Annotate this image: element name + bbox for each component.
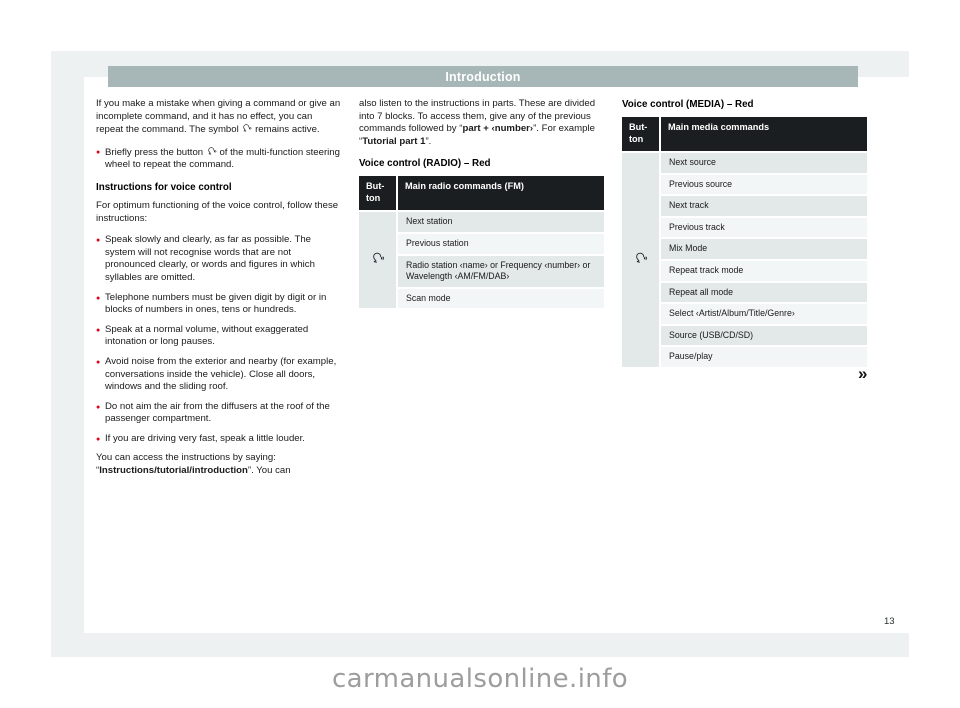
paragraph-parts-text-3: ”. [425, 135, 432, 147]
page-header-bar: Introduction [108, 66, 858, 87]
bullet-avoid-noise: Avoid noise from the exterior and nearby… [96, 356, 341, 394]
table-row: Next station [359, 212, 604, 309]
bullet-briefly-press-text-1: Briefly press the button [105, 146, 206, 158]
paragraph-parts-blocks: also listen to the instructions in parts… [359, 98, 604, 148]
media-command-mix-mode: Mix Mode [660, 239, 867, 259]
bullet-driving-fast: If you are driving very fast, speak a li… [96, 433, 341, 446]
paragraph-access-text-2: ”. You can [247, 465, 291, 477]
media-header-button: But- ton [622, 117, 661, 151]
paragraph-mistake: If you make a mistake when giving a comm… [96, 98, 341, 137]
manual-page: Introduction If you make a mistake when … [0, 0, 960, 708]
paragraph-parts-command-2: Tutorial part 1 [362, 135, 426, 147]
media-command-repeat-track-mode: Repeat track mode [660, 260, 867, 281]
media-command-next-source: Next source [660, 153, 867, 173]
watermark: carmanualsonline.info [331, 664, 629, 694]
media-command-next-track: Next track [660, 196, 867, 216]
media-command-previous-track: Previous track [660, 217, 867, 238]
bullet-air-diffusers: Do not aim the air from the diffusers at… [96, 401, 341, 426]
voice-control-icon [633, 251, 648, 266]
paragraph-mistake-text-2: remains active. [252, 124, 320, 136]
voice-control-icon [241, 123, 252, 134]
radio-commands-table: But- ton Main radio commands (FM) Next s… [359, 176, 604, 309]
heading-voice-control-radio: Voice control (RADIO) – Red [359, 158, 491, 170]
media-command-previous-source: Previous source [660, 174, 867, 195]
media-command-pause-play: Pause/play [660, 347, 867, 367]
bullet-speak-slowly: Speak slowly and clearly, as far as poss… [96, 234, 341, 284]
media-button-cell [622, 153, 661, 367]
radio-command-next-station: Next station [397, 212, 604, 232]
bullet-normal-volume: Speak at a normal volume, without exagge… [96, 324, 341, 349]
radio-button-cell [359, 212, 398, 309]
next-page-marker: » [858, 364, 868, 383]
media-commands-table: But- ton Main media commands Next source [622, 117, 867, 367]
table-row: Next source [622, 153, 867, 367]
radio-command-scan-mode: Scan mode [397, 288, 604, 309]
radio-header-commands: Main radio commands (FM) [397, 176, 604, 211]
media-header-commands: Main media commands [660, 117, 867, 151]
heading-instructions-for-voice-control: Instructions for voice control [96, 181, 232, 193]
radio-command-radio-station: Radio station ‹name› or Frequency ‹numbe… [397, 255, 604, 287]
bullet-briefly-press: Briefly press the button of the multi-fu… [96, 146, 341, 172]
radio-command-previous-station: Previous station [397, 233, 604, 254]
paragraph-access-command: Instructions/tutorial/introduction [99, 465, 248, 477]
column-right: Voice control (MEDIA) – Red But- ton Mai… [622, 98, 867, 608]
heading-voice-control-media: Voice control (MEDIA) – Red [622, 99, 754, 110]
content-columns: If you make a mistake when giving a comm… [96, 98, 886, 608]
paragraph-access-instructions: You can access the instructions by sayin… [96, 452, 341, 477]
column-left: If you make a mistake when giving a comm… [96, 98, 341, 608]
table-header-row: But- ton Main radio commands (FM) [359, 176, 604, 211]
media-command-source: Source (USB/CD/SD) [660, 325, 867, 346]
media-command-repeat-all-mode: Repeat all mode [660, 282, 867, 303]
page-title: Introduction [445, 69, 521, 84]
radio-header-button: But- ton [359, 176, 398, 211]
column-middle: also listen to the instructions in parts… [359, 98, 604, 608]
bullet-telephone-numbers: Telephone numbers must be given digit by… [96, 292, 341, 317]
voice-control-icon [370, 251, 385, 266]
page-number: 13 [884, 616, 895, 627]
media-command-select-artist: Select ‹Artist/Album/Title/Genre› [660, 304, 867, 324]
paragraph-optimum-functioning: For optimum functioning of the voice con… [96, 199, 339, 224]
voice-control-icon [206, 146, 217, 157]
table-header-row: But- ton Main media commands [622, 117, 867, 151]
paragraph-parts-command-1: part + ‹number› [462, 123, 534, 135]
